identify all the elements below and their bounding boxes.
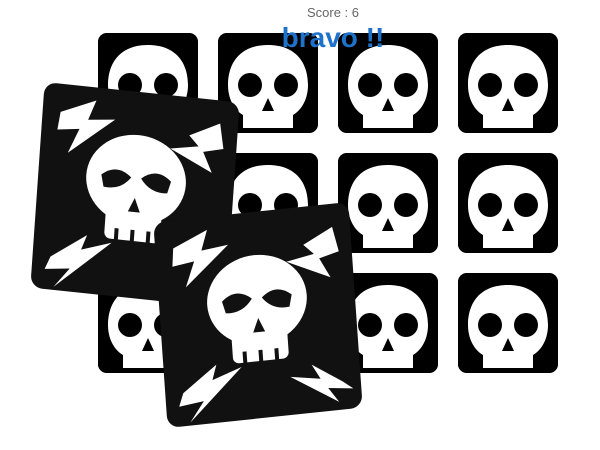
game-board: Score : 6 bravo !! xyxy=(0,0,600,450)
card-tile[interactable] xyxy=(458,273,558,373)
flipping-card-2[interactable] xyxy=(151,200,365,430)
card-tile[interactable] xyxy=(338,153,438,253)
win-message: bravo !! xyxy=(281,22,385,53)
score-label: Score : 6 xyxy=(306,5,360,20)
skull-icon xyxy=(458,273,558,373)
skull-icon xyxy=(338,153,438,253)
skull-icon xyxy=(458,153,558,253)
card-tile[interactable] xyxy=(458,153,558,253)
skull-lightning-icon xyxy=(154,203,362,427)
